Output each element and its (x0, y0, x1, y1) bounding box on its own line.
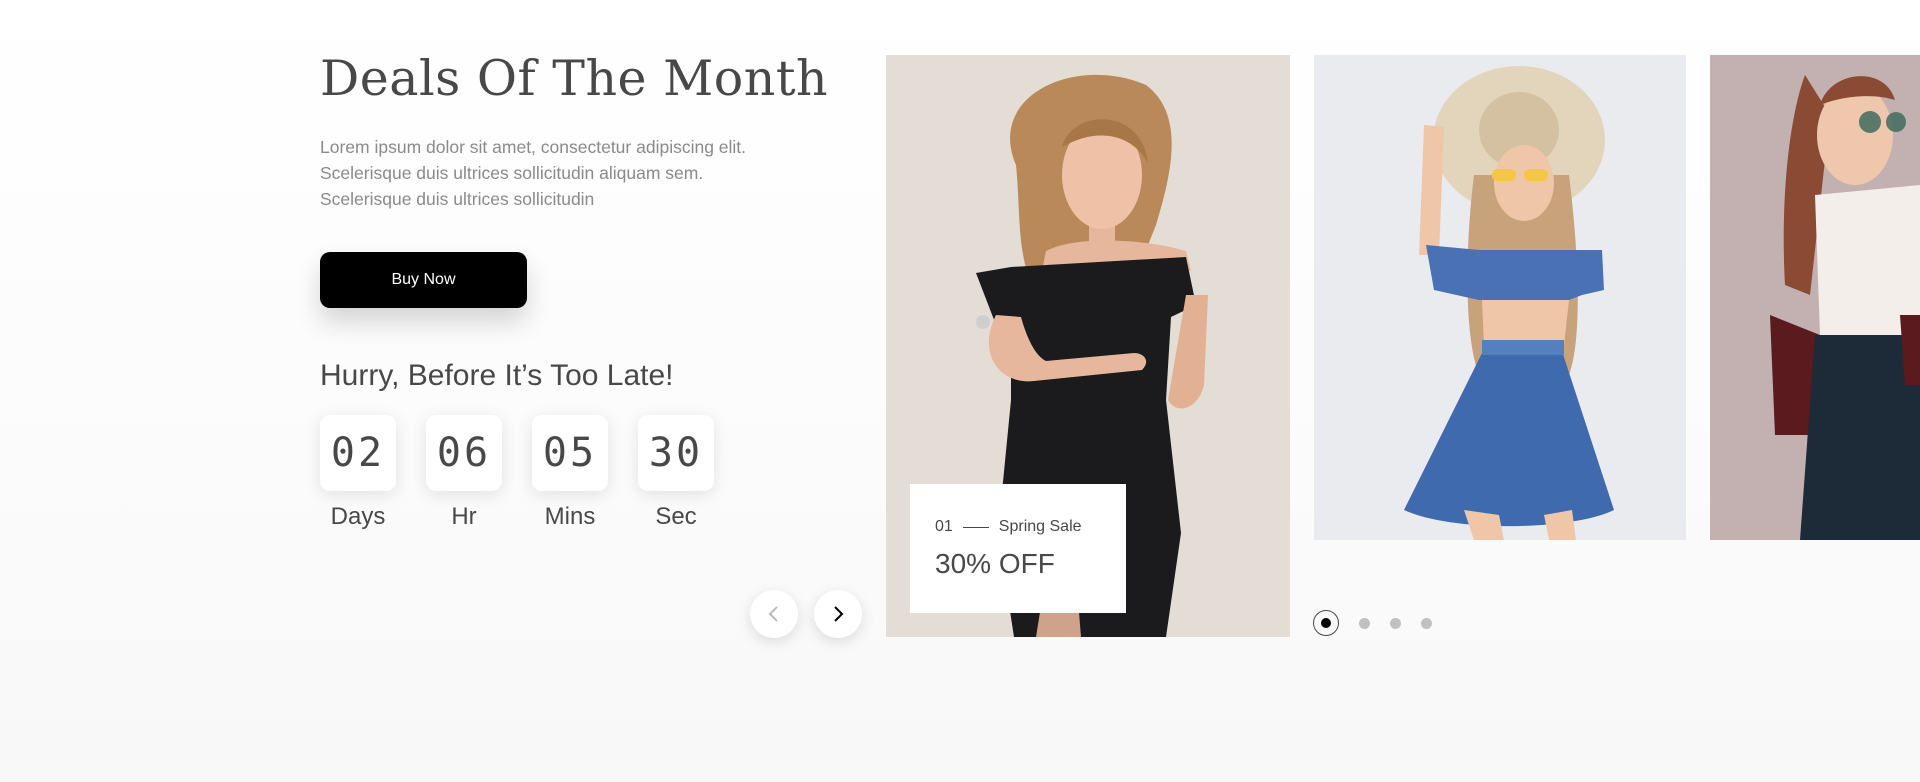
carousel-slide-3[interactable] (1710, 55, 1920, 540)
carousel-next-button[interactable] (814, 590, 862, 638)
sale-divider (962, 526, 989, 528)
countdown-minutes-value: 05 (532, 415, 608, 491)
buy-now-button[interactable]: Buy Now (320, 252, 527, 308)
chevron-left-icon (768, 606, 778, 622)
countdown-hours: 06 Hr (426, 415, 502, 531)
countdown-days-label: Days (330, 503, 386, 530)
sale-info-card: 01 Spring Sale 30% OFF (910, 484, 1126, 613)
countdown-hours-label: Hr (451, 503, 477, 530)
chevron-right-icon (834, 606, 844, 622)
countdown-seconds-value: 30 (638, 415, 714, 491)
countdown-days-value: 02 (320, 415, 396, 491)
product-image-denim-outfit (1314, 55, 1686, 540)
sale-discount: 30% OFF (935, 548, 1055, 579)
section-description: Lorem ipsum dolor sit amet, consectetur … (320, 137, 747, 209)
carousel-dot-3[interactable] (1390, 617, 1401, 629)
carousel-slide-2[interactable] (1314, 55, 1686, 540)
carousel-slide-1[interactable]: 01 Spring Sale 30% OFF (886, 55, 1290, 637)
countdown-minutes: 05 Mins (532, 415, 608, 531)
carousel-dot-2[interactable] (1359, 617, 1370, 629)
sale-index: 01 (935, 518, 953, 535)
countdown-hours-value: 06 (426, 415, 502, 491)
countdown-seconds-label: Sec (655, 503, 697, 530)
carousel-prev-button[interactable] (750, 590, 798, 638)
carousel-dot-4[interactable] (1421, 617, 1432, 629)
carousel-pagination (1313, 610, 1452, 636)
product-image-casual-outfit (1710, 55, 1920, 540)
sale-name: Spring Sale (998, 518, 1082, 535)
section-title: Deals Of The Month (320, 50, 829, 107)
carousel-dot-1[interactable] (1313, 610, 1339, 636)
countdown-seconds: 30 Sec (638, 415, 714, 531)
hurry-heading: Hurry, Before It’s Too Late! (320, 359, 674, 392)
countdown-minutes-label: Mins (544, 503, 596, 530)
countdown-days: 02 Days (320, 415, 396, 531)
